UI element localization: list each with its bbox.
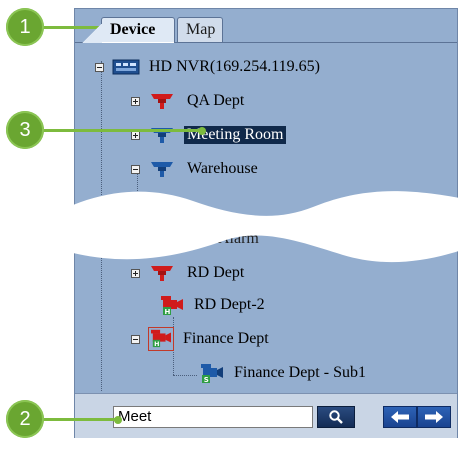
tree-node-qa-dept[interactable]: QA Dept xyxy=(131,89,247,113)
tree-label: RD Dept xyxy=(187,264,245,281)
tree-label: RD Dept-2 xyxy=(194,296,265,313)
screenshot-stage: Device Map HD NVR(169.254.119.65) QA Dep… xyxy=(0,0,468,450)
device-tree: HD NVR(169.254.119.65) QA Dept Meeting R… xyxy=(73,43,465,393)
tree-label: QA Dept xyxy=(187,92,245,109)
group-blue-icon xyxy=(148,160,176,178)
tree-connector xyxy=(173,375,197,376)
callout-1: 1 xyxy=(6,8,44,46)
tab-map[interactable]: Map xyxy=(177,17,223,43)
arrow-right-icon xyxy=(425,411,443,423)
collapse-icon[interactable] xyxy=(131,164,140,174)
search-bar: Meet xyxy=(75,393,457,438)
tree-node-rd-dept-2[interactable]: H RD Dept-2 xyxy=(159,293,268,317)
arrow-left-icon xyxy=(391,411,409,423)
device-panel: Device Map HD NVR(169.254.119.65) QA Dep… xyxy=(73,8,465,438)
tree-label: HD NVR(169.254.119.65) xyxy=(149,58,320,75)
camera-h-red-icon: H xyxy=(159,294,185,316)
svg-text:H: H xyxy=(165,308,171,316)
next-button[interactable] xyxy=(417,406,451,428)
tree-node-finance-dept[interactable]: H Finance Dept xyxy=(131,327,272,351)
camera-s-blue-icon: S xyxy=(199,362,225,384)
nvr-icon xyxy=(112,59,140,75)
group-red-icon xyxy=(148,92,176,110)
tree-label: Finance Dept xyxy=(183,330,269,347)
callout-3-dot xyxy=(198,127,206,135)
tab-bar: Device Map xyxy=(75,9,457,43)
callout-2: 2 xyxy=(6,400,44,438)
expand-icon[interactable] xyxy=(131,96,140,106)
search-icon xyxy=(329,410,343,424)
prev-button[interactable] xyxy=(383,406,417,428)
camera-h-red-icon: H xyxy=(148,327,174,351)
callout-3-leader xyxy=(24,129,202,132)
tree-node-meeting-room[interactable]: Meeting Room xyxy=(131,123,287,147)
search-button[interactable] xyxy=(317,406,355,428)
tab-device[interactable]: Device xyxy=(82,17,175,43)
expand-icon[interactable] xyxy=(131,268,140,278)
tree-node-finance-sub1[interactable]: S Finance Dept - Sub1 xyxy=(199,361,369,385)
torn-break xyxy=(73,191,465,263)
callout-2-dot xyxy=(114,416,122,424)
search-input[interactable]: Meet xyxy=(113,406,313,428)
tree-node-warehouse[interactable]: Warehouse xyxy=(131,157,261,181)
tree-node-rd-dept[interactable]: RD Dept xyxy=(131,261,247,285)
tree-label: Warehouse xyxy=(187,160,258,177)
tree-root-nvr[interactable]: HD NVR(169.254.119.65) xyxy=(95,55,323,79)
svg-text:H: H xyxy=(154,341,159,348)
svg-text:S: S xyxy=(204,376,209,384)
callout-3: 3 xyxy=(6,111,44,149)
collapse-icon[interactable] xyxy=(131,334,140,344)
tree-label: Finance Dept - Sub1 xyxy=(234,364,366,381)
collapse-icon[interactable] xyxy=(95,62,104,72)
group-red-icon xyxy=(148,264,176,282)
